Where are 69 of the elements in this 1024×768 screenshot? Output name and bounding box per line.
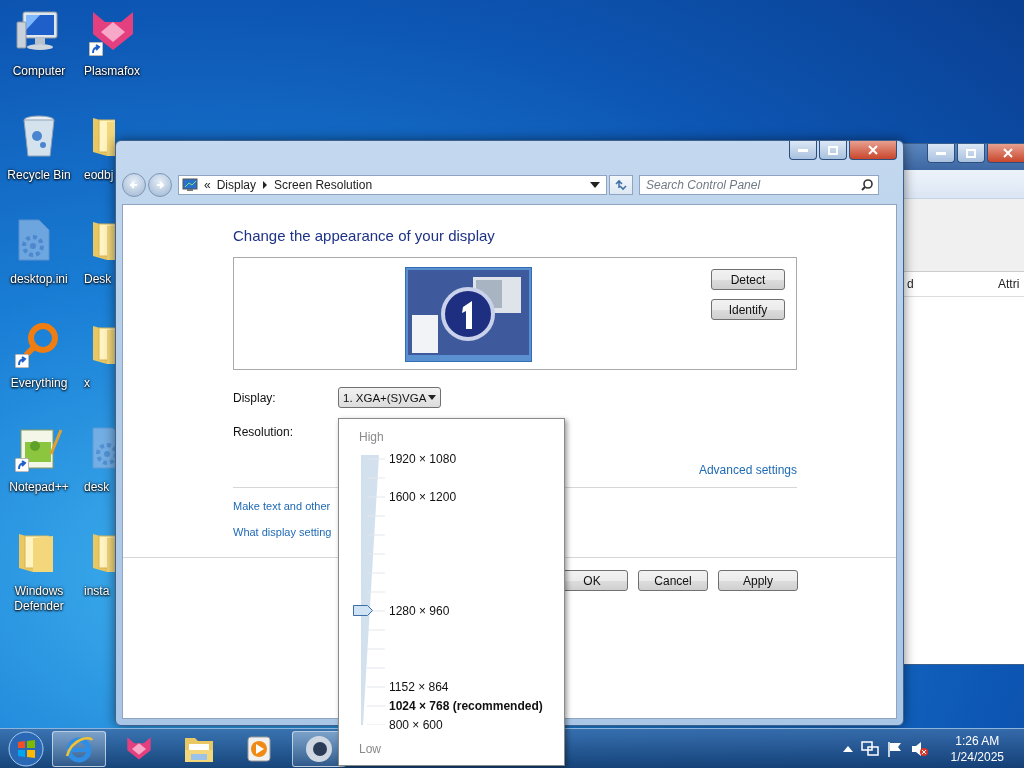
desktop-icon-label[interactable]: Computer xyxy=(0,64,78,79)
network-icon[interactable] xyxy=(860,741,879,757)
minimize-icon xyxy=(936,151,946,155)
resolution-option[interactable]: 1024 × 768 (recommended) xyxy=(389,698,543,714)
close-icon xyxy=(1003,148,1013,158)
breadcrumb-arrow-icon[interactable] xyxy=(262,181,269,189)
resolution-option[interactable]: 800 × 600 xyxy=(389,717,443,733)
high-label: High xyxy=(358,429,385,445)
maximize-icon xyxy=(966,148,976,158)
search-field[interactable]: Search Control Panel xyxy=(639,175,879,195)
address-bar[interactable]: « Display Screen Resolution xyxy=(178,175,607,195)
maximize-button[interactable] xyxy=(957,144,985,163)
monitor-action-button[interactable]: Detect xyxy=(711,269,785,290)
refresh-icon xyxy=(614,179,628,191)
minimize-button[interactable] xyxy=(789,141,817,160)
help-link[interactable]: Make text and other xyxy=(233,500,331,512)
desktop-icon-label[interactable]: Everything xyxy=(0,376,78,391)
slider-thumb[interactable] xyxy=(353,604,373,616)
advanced-settings-link[interactable]: Advanced settings xyxy=(698,463,797,477)
maximize-button[interactable] xyxy=(819,141,847,160)
show-hidden-icons-icon[interactable] xyxy=(842,746,853,752)
control-panel-icon xyxy=(182,178,198,192)
forward-arrow-icon xyxy=(155,180,165,190)
clock-time[interactable]: 1:26 AM xyxy=(955,733,1000,749)
back-button[interactable] xyxy=(122,173,146,197)
minimize-icon xyxy=(798,148,808,152)
help-link[interactable]: What display setting xyxy=(233,526,332,538)
eye-icon xyxy=(304,734,334,764)
dialog-button[interactable]: Cancel xyxy=(638,570,708,591)
search-icon[interactable] xyxy=(861,179,873,191)
refresh-button[interactable] xyxy=(609,175,633,195)
desktop-icon-label[interactable]: Recycle Bin xyxy=(0,168,78,183)
maximize-icon xyxy=(828,145,838,155)
forward-button[interactable] xyxy=(148,173,172,197)
page-heading: Change the appearance of your display xyxy=(233,227,496,244)
breadcrumb[interactable]: Display xyxy=(216,178,257,192)
column-header[interactable]: Attri xyxy=(945,277,1024,291)
resolution-option[interactable]: 1600 × 1200 xyxy=(389,489,457,505)
breadcrumb-overflow[interactable]: « xyxy=(204,178,211,192)
dropdown-arrow-icon xyxy=(428,395,436,400)
desktop-icon-label[interactable]: Desk xyxy=(80,272,112,287)
resolution-option[interactable]: 1920 × 1080 xyxy=(389,451,457,467)
resolution-option[interactable]: 1152 × 864 xyxy=(389,679,449,695)
low-label: Low xyxy=(358,741,382,757)
start-button[interactable] xyxy=(6,730,46,768)
settings-file-icon xyxy=(89,424,115,472)
breadcrumb[interactable]: Screen Resolution xyxy=(274,178,373,192)
browser-e-icon xyxy=(64,734,94,764)
field-label: Display: xyxy=(233,390,277,405)
minimize-button[interactable] xyxy=(927,144,955,163)
dialog-button[interactable]: Apply xyxy=(718,570,798,591)
resolution-option[interactable]: 1280 × 960 xyxy=(389,603,450,619)
desktop-icon-label[interactable]: eodbj xyxy=(80,168,114,183)
desktop-icon-label[interactable]: Plasmafox xyxy=(80,64,141,79)
dropdown-arrow-icon[interactable] xyxy=(590,182,600,188)
back-arrow-icon xyxy=(129,180,139,190)
clock-date[interactable]: 1/24/2025 xyxy=(950,749,1004,765)
monitor-action-button[interactable]: Identify xyxy=(711,299,785,320)
monitor-drawing[interactable] xyxy=(405,267,532,362)
field-label: Resolution: xyxy=(233,425,295,439)
display-dropdown[interactable]: 1. XGA+(S)VGA xyxy=(338,387,441,408)
close-button[interactable] xyxy=(849,141,897,160)
close-icon xyxy=(868,145,878,155)
desktop-icon-label[interactable]: desktop.ini xyxy=(0,272,78,287)
media-player-icon xyxy=(246,735,272,763)
flag-icon[interactable] xyxy=(886,741,903,757)
column-header[interactable]: d xyxy=(907,277,945,291)
speaker-muted-icon[interactable] xyxy=(910,741,929,757)
close-button[interactable] xyxy=(987,144,1024,163)
